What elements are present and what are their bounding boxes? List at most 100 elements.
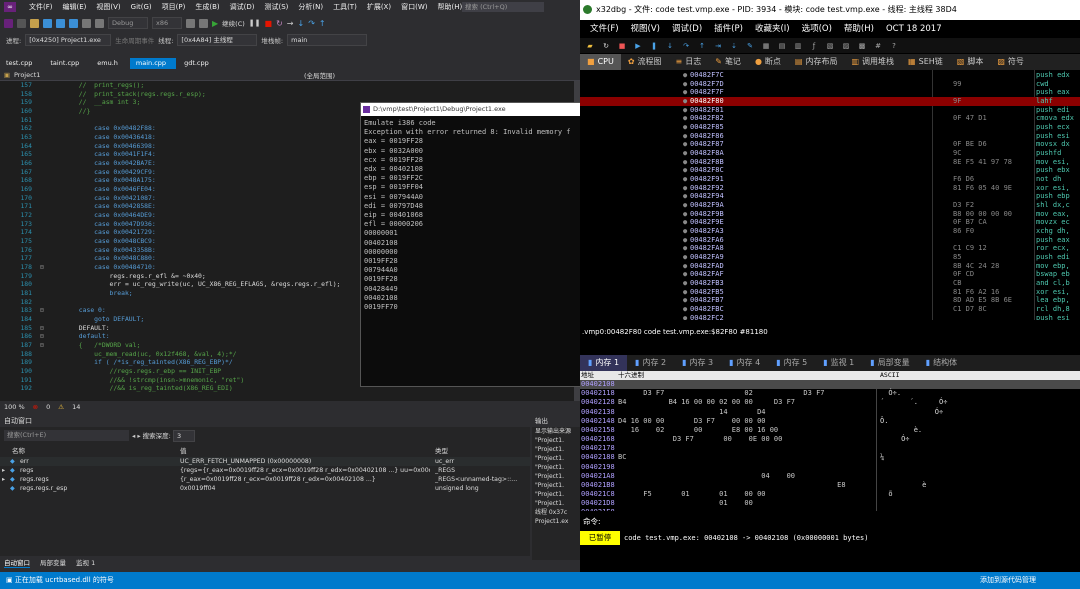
bottom-tab[interactable]: 自动窗口	[4, 557, 30, 568]
comments-icon[interactable]: ▦	[760, 42, 772, 50]
redo-icon[interactable]	[95, 18, 104, 28]
memory-tab[interactable]: ▮ 内存 5	[768, 355, 815, 371]
dump-row[interactable]: 00402178	[580, 444, 1080, 453]
cpu-row[interactable]: ● 00482F7D 99 cwd	[580, 80, 1080, 89]
save-all-icon[interactable]	[69, 18, 78, 28]
vs-menu-item[interactable]: 文件(F)	[24, 2, 58, 12]
x32-tab[interactable]: ● 断点	[748, 54, 788, 70]
step-over-icon[interactable]: ↷	[308, 19, 315, 28]
zoom-level[interactable]: 100 %	[4, 403, 25, 411]
memory-tab[interactable]: ▮ 结构体	[918, 355, 965, 371]
cpu-row[interactable]: ● 00482F85 push ecx	[580, 123, 1080, 132]
cpu-row[interactable]: ● 00482FA6 push eax	[580, 236, 1080, 245]
config-dropdown[interactable]: Debug	[108, 17, 148, 29]
scope-dropdown[interactable]: (全局范围)	[304, 70, 335, 80]
vs-menu-item[interactable]: 生成(B)	[190, 2, 224, 12]
new-file-icon[interactable]	[30, 18, 39, 28]
cpu-row[interactable]: ● 00482F82 0F 47 D1 cmova edx	[580, 114, 1080, 123]
cpu-row[interactable]: ● 00482F8C push ebx	[580, 166, 1080, 175]
cpu-row[interactable]: ● 00482FC2 push esi	[580, 314, 1080, 320]
help-icon[interactable]: ?	[888, 42, 900, 50]
undo-icon[interactable]	[82, 18, 91, 28]
dump-row[interactable]: 00402168 D3 F7 00 0E 00 00 Ó÷	[580, 435, 1080, 444]
x32-tab[interactable]: ▧ 脚本	[950, 54, 991, 70]
vs-menu-item[interactable]: 调试(D)	[225, 2, 260, 12]
source-control-button[interactable]: 添加到源代码管理	[980, 572, 1036, 589]
x32-tab[interactable]: ≡ 日志	[669, 54, 709, 70]
tab-gdt-cpp[interactable]: gdt.cpp	[178, 58, 219, 69]
search-depth-dropdown[interactable]: 3	[172, 430, 195, 442]
tab-test-cpp[interactable]: test.cpp	[0, 58, 42, 69]
dump-row[interactable]: 004021E8	[580, 508, 1080, 511]
debug-settings-icon[interactable]	[199, 18, 208, 28]
dump-row[interactable]: 00402118 D3 F7 02 D3 F7 Ó÷.	[580, 389, 1080, 398]
command-bar[interactable]: 命令:	[580, 515, 1080, 529]
labels-icon[interactable]: ▤	[776, 42, 788, 50]
cpu-row[interactable]: ● 00482F86 push esi	[580, 132, 1080, 141]
memory-tab[interactable]: ▮ 内存 3	[674, 355, 721, 371]
vs-menu-item[interactable]: 扩展(X)	[362, 2, 396, 12]
variables-icon[interactable]: ▧	[824, 42, 836, 50]
x32-menu-item[interactable]: 视图(V)	[625, 20, 666, 38]
cpu-row[interactable]: ● 00482FAD 8B 4C 24 28 mov ebp,	[580, 262, 1080, 271]
cpu-row[interactable]: ● 00482FAF 0F CD bswap eb	[580, 270, 1080, 279]
col-value[interactable]: 值	[180, 445, 187, 455]
process-dropdown[interactable]: [0x4250] Project1.exe	[25, 34, 112, 46]
dump-row[interactable]: 00402158 16 02 00 E8 00 16 00 è.	[580, 426, 1080, 435]
dump-row[interactable]: 004021D8 01 00	[580, 499, 1080, 508]
dump-row[interactable]: 00402138 14 D4 Ó÷	[580, 408, 1080, 417]
lifecycle-events-button[interactable]: 生命周期事件	[115, 35, 154, 45]
cpu-row[interactable]: ● 00482FB7 8D AD E5 8B 6E lea ebp,	[580, 296, 1080, 305]
cpu-row[interactable]: ● 00482F92 81 F6 05 40 9E xor esi,	[580, 184, 1080, 193]
cpu-row[interactable]: ● 00482F9A D3 F2 shl dx,c	[580, 201, 1080, 210]
x32-tab[interactable]: ✿ 流程图	[621, 54, 669, 70]
console-window[interactable]: D:\vmp\test\Project1\Debug\Project1.exe …	[360, 102, 583, 387]
find-icon[interactable]: ▩	[856, 42, 868, 50]
vs-menu-item[interactable]: 视图(V)	[91, 2, 125, 12]
bottom-tab[interactable]: 局部变量	[40, 557, 66, 567]
step-into-icon[interactable]: ↓	[664, 42, 676, 50]
continue-button[interactable]: 继续(C)	[222, 18, 245, 28]
dump-row[interactable]: 00402108	[580, 380, 1080, 390]
vs-menu-item[interactable]: 测试(S)	[259, 2, 293, 12]
memory-dump[interactable]: 地址 十六进制 ASCII 00402108 00402118 D3 F7 02 …	[580, 371, 1080, 511]
cpu-row[interactable]: ● 00482F7F push eax	[580, 88, 1080, 97]
step-out-icon[interactable]: ↑	[319, 19, 326, 28]
open-file-icon[interactable]	[43, 18, 52, 28]
close-icon[interactable]: ■	[616, 42, 628, 50]
col-type[interactable]: 类型	[435, 445, 448, 455]
cpu-row[interactable]: ● 00482FA8 C1 C9 12 ror ecx,	[580, 244, 1080, 253]
cpu-row[interactable]: ● 00482F87 0F BE D6 movsx dx	[580, 140, 1080, 149]
vs-search-input[interactable]: 搜索 (Ctrl+Q)	[462, 2, 544, 12]
script-icon[interactable]: ✎	[744, 42, 756, 50]
continue-play-icon[interactable]: ▶	[212, 19, 218, 28]
cpu-row[interactable]: ● 00482FB3 CB and cl,b	[580, 279, 1080, 288]
dump-row[interactable]: 004021A8 04 00	[580, 472, 1080, 481]
calculator-icon[interactable]: #	[872, 42, 884, 50]
tab-emu-h[interactable]: emu.h	[91, 58, 128, 69]
vs-menu-item[interactable]: 项目(P)	[157, 2, 191, 12]
cpu-row[interactable]: ● 00482F7C push edx	[580, 71, 1080, 80]
save-icon[interactable]	[56, 18, 65, 28]
cpu-disassembly[interactable]: ● 00482F7C push edx ● 00482F7D 99 cwd ● 00482F7F…	[580, 70, 1080, 320]
functions-icon[interactable]: ƒ	[808, 42, 820, 50]
dump-row[interactable]: 004021C8 F5 01 01 00 00 õ	[580, 490, 1080, 499]
autos-row[interactable]: ▸ ◆ regs.regs {r_eax=0x0019ff28 r_ecx=0x001…	[0, 475, 530, 484]
show-next-statement-icon[interactable]: →	[287, 19, 294, 28]
run-icon[interactable]: ▶	[632, 42, 644, 50]
dump-row[interactable]: 00402188 BC ¼	[580, 453, 1080, 462]
cpu-row[interactable]: ● 00482F94 push ebp	[580, 192, 1080, 201]
open-icon[interactable]: ▰	[584, 42, 596, 50]
cpu-row[interactable]: ● 00482FBC C1 D7 8C rcl dh,8	[580, 305, 1080, 314]
dump-row[interactable]: 00402148 D4 16 00 00 D3 F7 00 00 00 Ô.	[580, 417, 1080, 426]
memory-tab[interactable]: ▮ 局部变量	[862, 355, 917, 371]
x32-menu-item[interactable]: 帮助(H)	[838, 20, 880, 38]
memory-tab[interactable]: ▮ 内存 4	[721, 355, 768, 371]
cpu-row[interactable]: ● 00482FB5 81 F6 A2 16 xor esi,	[580, 288, 1080, 297]
x32-menu-item[interactable]: 文件(F)	[584, 20, 625, 38]
vs-menu-item[interactable]: Git(G)	[126, 3, 157, 11]
cpu-row[interactable]: ● 00482F8B 8E F5 41 97 78 mov esi,	[580, 158, 1080, 167]
tab-taint-cpp[interactable]: taint.cpp	[44, 58, 89, 69]
back-icon[interactable]	[4, 18, 13, 28]
expand-icon[interactable]: ▸	[2, 475, 5, 484]
